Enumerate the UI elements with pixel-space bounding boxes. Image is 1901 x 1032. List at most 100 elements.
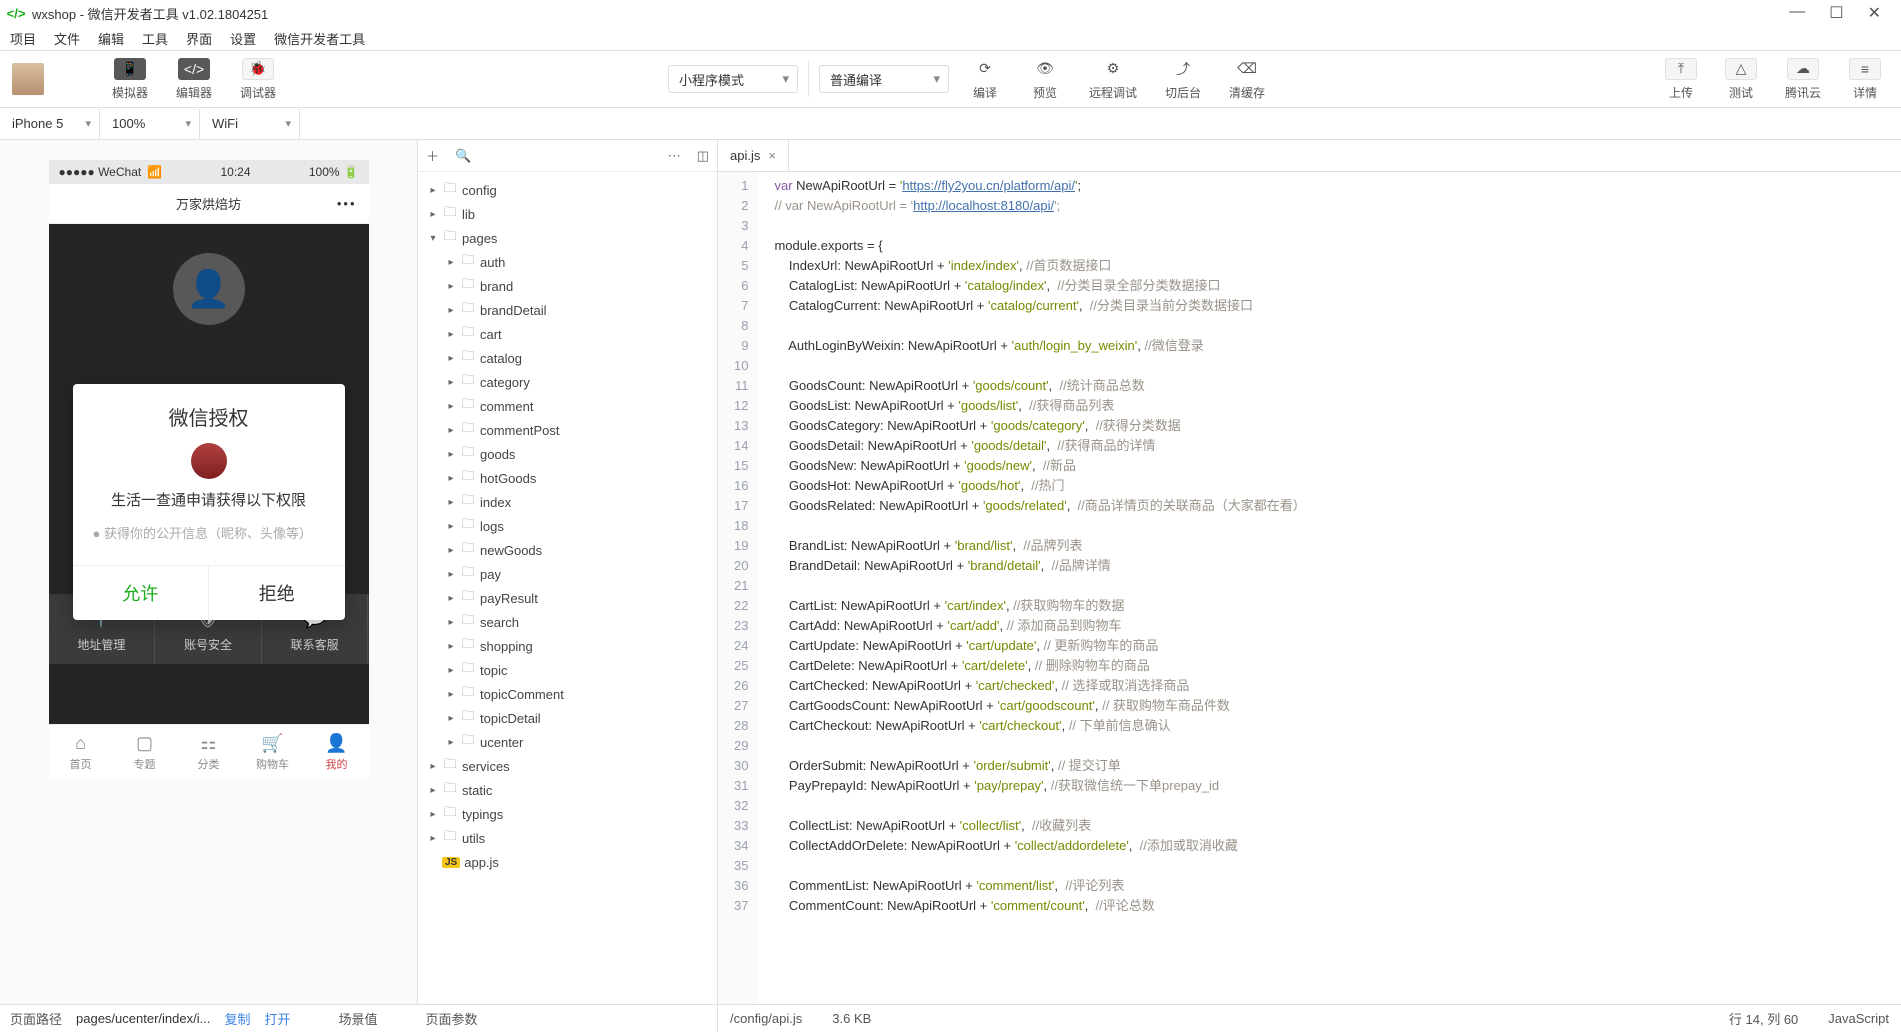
code-line[interactable]: CommentList: NewApiRootUrl + 'comment/li… bbox=[774, 876, 1305, 896]
tab-item[interactable]: ⚏分类 bbox=[177, 725, 241, 780]
code-line[interactable] bbox=[774, 856, 1305, 876]
close-tab-icon[interactable]: × bbox=[768, 148, 776, 163]
compile-mode-select[interactable]: 普通编译 bbox=[819, 65, 949, 93]
code-line[interactable]: CartCheckout: NewApiRootUrl + 'cart/chec… bbox=[774, 716, 1305, 736]
simulator-button[interactable]: 📱模拟器 bbox=[104, 58, 156, 101]
code-line[interactable]: GoodsDetail: NewApiRootUrl + 'goods/deta… bbox=[774, 436, 1305, 456]
code-line[interactable]: GoodsCount: NewApiRootUrl + 'goods/count… bbox=[774, 376, 1305, 396]
code-line[interactable]: CollectList: NewApiRootUrl + 'collect/li… bbox=[774, 816, 1305, 836]
new-file-icon[interactable]: ＋ bbox=[426, 146, 439, 165]
code-line[interactable]: CartChecked: NewApiRootUrl + 'cart/check… bbox=[774, 676, 1305, 696]
allow-button[interactable]: 允许 bbox=[73, 566, 210, 620]
detail-button[interactable]: ≡详情 bbox=[1841, 58, 1889, 101]
menu-item[interactable]: 微信开发者工具 bbox=[274, 29, 365, 48]
menu-item[interactable]: 界面 bbox=[186, 29, 212, 48]
tree-item[interactable]: ▸🗀lib bbox=[418, 202, 717, 226]
tree-item[interactable]: ▸🗀comment bbox=[418, 394, 717, 418]
code-line[interactable]: GoodsList: NewApiRootUrl + 'goods/list',… bbox=[774, 396, 1305, 416]
compile-button[interactable]: ⟳编译 bbox=[961, 58, 1009, 101]
code-line[interactable]: BrandDetail: NewApiRootUrl + 'brand/deta… bbox=[774, 556, 1305, 576]
tree-item[interactable]: ▸🗀brand bbox=[418, 274, 717, 298]
menu-item[interactable]: 项目 bbox=[10, 29, 36, 48]
zoom-select[interactable]: 100% bbox=[100, 109, 200, 139]
code-line[interactable]: BrandList: NewApiRootUrl + 'brand/list',… bbox=[774, 536, 1305, 556]
code-line[interactable]: GoodsHot: NewApiRootUrl + 'goods/hot', /… bbox=[774, 476, 1305, 496]
code-line[interactable]: AuthLoginByWeixin: NewApiRootUrl + 'auth… bbox=[774, 336, 1305, 356]
code-line[interactable]: CollectAddOrDelete: NewApiRootUrl + 'col… bbox=[774, 836, 1305, 856]
menu-item[interactable]: 工具 bbox=[142, 29, 168, 48]
code-line[interactable]: PayPrepayId: NewApiRootUrl + 'pay/prepay… bbox=[774, 776, 1305, 796]
deny-button[interactable]: 拒绝 bbox=[209, 566, 345, 620]
mode-select[interactable]: 小程序模式 bbox=[668, 65, 798, 93]
code-line[interactable] bbox=[774, 576, 1305, 596]
editor-tab[interactable]: api.js × bbox=[718, 140, 789, 171]
maximize-button[interactable]: ☐ bbox=[1829, 3, 1843, 23]
tree-item[interactable]: JSapp.js bbox=[418, 850, 717, 874]
tree-item[interactable]: ▸🗀catalog bbox=[418, 346, 717, 370]
code-line[interactable] bbox=[774, 516, 1305, 536]
code-line[interactable]: GoodsRelated: NewApiRootUrl + 'goods/rel… bbox=[774, 496, 1305, 516]
tree-item[interactable]: ▸🗀brandDetail bbox=[418, 298, 717, 322]
tree-item[interactable]: ▸🗀hotGoods bbox=[418, 466, 717, 490]
menu-item[interactable]: 文件 bbox=[54, 29, 80, 48]
code-line[interactable] bbox=[774, 356, 1305, 376]
tree-item[interactable]: ▸🗀config bbox=[418, 178, 717, 202]
code-line[interactable] bbox=[774, 736, 1305, 756]
tree-item[interactable]: ▸🗀category bbox=[418, 370, 717, 394]
test-button[interactable]: △测试 bbox=[1717, 58, 1765, 101]
search-icon[interactable]: 🔍 bbox=[455, 148, 471, 164]
split-icon[interactable]: ◫ bbox=[697, 148, 709, 164]
code-line[interactable]: CatalogCurrent: NewApiRootUrl + 'catalog… bbox=[774, 296, 1305, 316]
tree-item[interactable]: ▸🗀static bbox=[418, 778, 717, 802]
code-line[interactable]: IndexUrl: NewApiRootUrl + 'index/index',… bbox=[774, 256, 1305, 276]
user-avatar[interactable] bbox=[12, 63, 44, 95]
tree-item[interactable]: ▸🗀search bbox=[418, 610, 717, 634]
tree-item[interactable]: ▸🗀topicComment bbox=[418, 682, 717, 706]
clear-cache-button[interactable]: ⌫清缓存 bbox=[1221, 58, 1273, 101]
copy-link[interactable]: 复制 bbox=[224, 1009, 250, 1028]
editor-button[interactable]: </>编辑器 bbox=[168, 58, 220, 101]
cloud-button[interactable]: ☁腾讯云 bbox=[1777, 58, 1829, 101]
code-line[interactable]: GoodsNew: NewApiRootUrl + 'goods/new', /… bbox=[774, 456, 1305, 476]
code-line[interactable]: CatalogList: NewApiRootUrl + 'catalog/in… bbox=[774, 276, 1305, 296]
background-button[interactable]: ⤴切后台 bbox=[1157, 58, 1209, 101]
close-button[interactable]: ✕ bbox=[1868, 3, 1881, 23]
remote-debug-button[interactable]: ⚙远程调试 bbox=[1081, 58, 1145, 101]
tree-item[interactable]: ▾🗀pages bbox=[418, 226, 717, 250]
code-line[interactable]: GoodsCategory: NewApiRootUrl + 'goods/ca… bbox=[774, 416, 1305, 436]
tree-item[interactable]: ▸🗀index bbox=[418, 490, 717, 514]
tab-item[interactable]: ⌂首页 bbox=[49, 725, 113, 780]
code-line[interactable]: CartUpdate: NewApiRootUrl + 'cart/update… bbox=[774, 636, 1305, 656]
minimize-button[interactable]: — bbox=[1789, 3, 1805, 23]
tree-item[interactable]: ▸🗀topic bbox=[418, 658, 717, 682]
more-icon[interactable]: ⋯ bbox=[668, 148, 681, 164]
tree-item[interactable]: ▸🗀cart bbox=[418, 322, 717, 346]
tree-item[interactable]: ▸🗀topicDetail bbox=[418, 706, 717, 730]
tree-item[interactable]: ▸🗀goods bbox=[418, 442, 717, 466]
tree-item[interactable]: ▸🗀utils bbox=[418, 826, 717, 850]
tab-item[interactable]: 🛒购物车 bbox=[241, 725, 305, 780]
tree-item[interactable]: ▸🗀services bbox=[418, 754, 717, 778]
code-line[interactable] bbox=[774, 316, 1305, 336]
code-line[interactable]: // var NewApiRootUrl = 'http://localhost… bbox=[774, 196, 1305, 216]
language-mode[interactable]: JavaScript bbox=[1828, 1011, 1889, 1026]
code-line[interactable]: CartList: NewApiRootUrl + 'cart/index', … bbox=[774, 596, 1305, 616]
tab-item[interactable]: ▢专题 bbox=[113, 725, 177, 780]
tree-item[interactable]: ▸🗀shopping bbox=[418, 634, 717, 658]
tree-item[interactable]: ▸🗀auth bbox=[418, 250, 717, 274]
preview-button[interactable]: 👁预览 bbox=[1021, 58, 1069, 101]
code-line[interactable] bbox=[774, 796, 1305, 816]
tree-item[interactable]: ▸🗀ucenter bbox=[418, 730, 717, 754]
code-line[interactable]: OrderSubmit: NewApiRootUrl + 'order/subm… bbox=[774, 756, 1305, 776]
tab-item[interactable]: 👤我的 bbox=[305, 725, 369, 780]
code-line[interactable]: CartGoodsCount: NewApiRootUrl + 'cart/go… bbox=[774, 696, 1305, 716]
code-line[interactable]: var NewApiRootUrl = 'https://fly2you.cn/… bbox=[774, 176, 1305, 196]
upload-button[interactable]: ⤒上传 bbox=[1657, 58, 1705, 101]
debugger-button[interactable]: 🐞调试器 bbox=[232, 58, 284, 101]
tree-item[interactable]: ▸🗀typings bbox=[418, 802, 717, 826]
device-select[interactable]: iPhone 5 bbox=[0, 109, 100, 139]
menu-item[interactable]: 设置 bbox=[230, 29, 256, 48]
tree-item[interactable]: ▸🗀commentPost bbox=[418, 418, 717, 442]
menu-item[interactable]: 编辑 bbox=[98, 29, 124, 48]
code-line[interactable]: CartAdd: NewApiRootUrl + 'cart/add', // … bbox=[774, 616, 1305, 636]
